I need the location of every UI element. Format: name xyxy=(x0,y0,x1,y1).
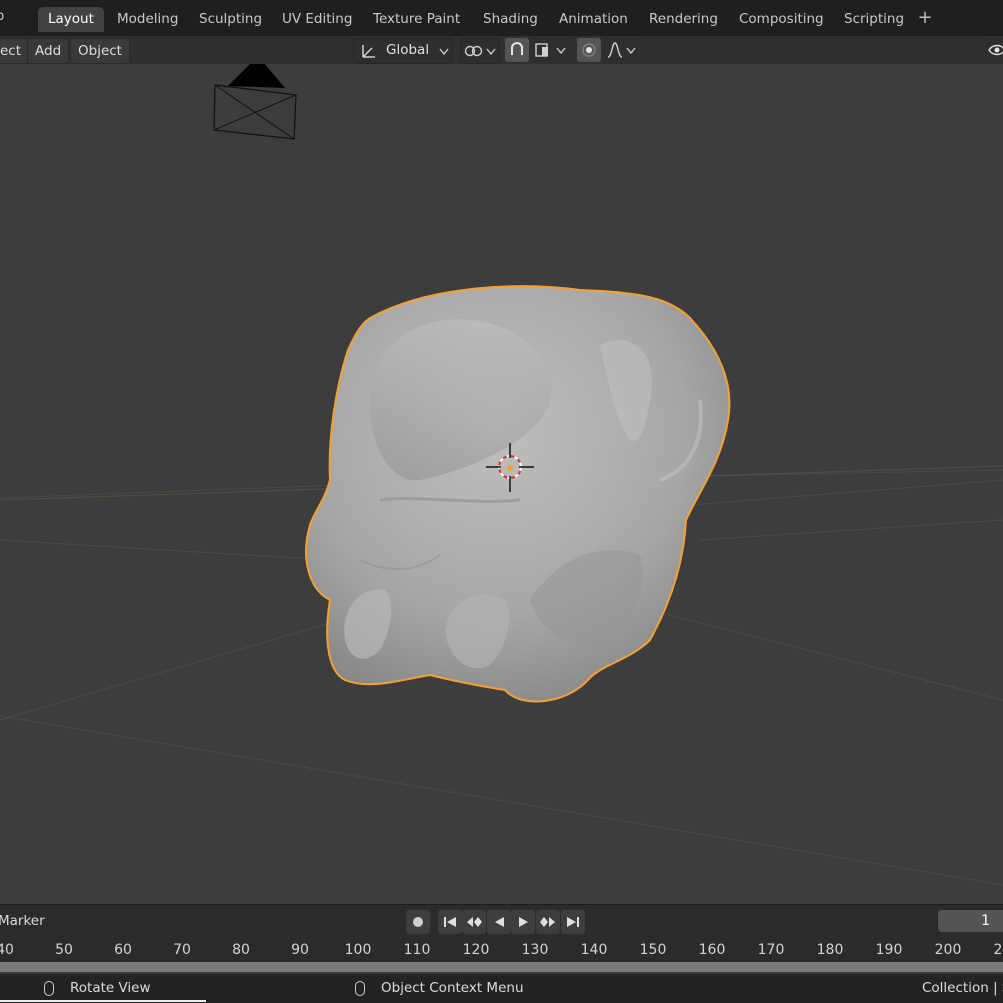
jump-to-keyframe-forward-button[interactable] xyxy=(536,910,560,934)
ruler-tick: 200 xyxy=(934,942,962,958)
keyframe-forward-icon xyxy=(540,917,555,927)
play-icon xyxy=(519,917,528,927)
play-reverse-icon xyxy=(495,917,504,927)
pivot-point-dropdown[interactable] xyxy=(460,38,500,64)
ruler-tick: 100 xyxy=(344,942,372,958)
frame-ruler[interactable]: 40 50 60 70 80 90 100 110 120 130 140 15… xyxy=(0,938,1003,964)
viewport-scene xyxy=(0,64,1003,886)
ruler-tick: 120 xyxy=(462,942,490,958)
sculpted-mesh-object[interactable] xyxy=(305,285,731,703)
proportional-circle-icon xyxy=(582,43,596,57)
ruler-tick: 70 xyxy=(173,942,191,958)
mouse-left-icon xyxy=(44,981,54,996)
status-underline xyxy=(0,1000,206,1002)
proportional-editing-toggle[interactable] xyxy=(577,38,601,62)
falloff-curve-icon xyxy=(607,42,623,58)
tab-texture-paint[interactable]: Texture Paint xyxy=(363,7,470,32)
tab-sculpting[interactable]: Sculpting xyxy=(189,7,272,32)
tab-animation[interactable]: Animation xyxy=(549,7,638,32)
tab-rendering[interactable]: Rendering xyxy=(639,7,728,32)
add-menu[interactable]: Add xyxy=(27,38,70,64)
proportional-falloff-dropdown[interactable] xyxy=(603,38,639,62)
ruler-tick: 190 xyxy=(875,942,903,958)
mouse-right-icon xyxy=(355,981,365,996)
jump-to-start-button[interactable] xyxy=(438,910,462,934)
play-reverse-button[interactable] xyxy=(487,910,511,934)
magnet-icon xyxy=(511,42,523,55)
ruler-tick: 110 xyxy=(403,942,431,958)
marker-menu[interactable]: Marker xyxy=(0,913,45,929)
status-left-action: Rotate View xyxy=(70,980,151,996)
jump-start-icon xyxy=(444,917,456,927)
auto-keying-button[interactable] xyxy=(406,910,430,934)
chevron-down-icon xyxy=(556,47,566,55)
ruler-tick: 140 xyxy=(580,942,608,958)
ruler-tick: 40 xyxy=(0,942,14,958)
chevron-down-icon xyxy=(626,47,636,55)
workspace-bar: p Layout Modeling Sculpting UV Editing T… xyxy=(0,0,1003,36)
ruler-tick: 60 xyxy=(114,942,132,958)
timeline-header: Marker 1 xyxy=(0,904,1003,939)
object-menu[interactable]: Object xyxy=(70,38,130,64)
viewport-header: ect Add Object Global xyxy=(0,36,1003,64)
status-bar: Rotate View Object Context Menu Collecti… xyxy=(0,974,1003,1003)
ruler-tick: 180 xyxy=(816,942,844,958)
tab-scripting[interactable]: Scripting xyxy=(834,7,914,32)
tab-compositing[interactable]: Compositing xyxy=(729,7,834,32)
snap-increment-icon xyxy=(535,43,548,57)
ruler-tick: 160 xyxy=(698,942,726,958)
select-menu[interactable]: ect xyxy=(0,38,30,64)
record-icon xyxy=(413,917,423,927)
pivot-link-icon xyxy=(464,45,483,57)
ruler-tick: 90 xyxy=(291,942,309,958)
camera-object[interactable] xyxy=(213,64,297,140)
3d-viewport[interactable] xyxy=(0,64,1003,904)
tab-shading[interactable]: Shading xyxy=(473,7,548,32)
status-scene-info: Collection | S xyxy=(922,980,1003,996)
orientation-label: Global xyxy=(386,42,430,58)
jump-to-keyframe-back-button[interactable] xyxy=(462,910,486,934)
status-middle-action: Object Context Menu xyxy=(381,980,524,996)
ruler-tick: 170 xyxy=(757,942,785,958)
transform-orientation-dropdown[interactable]: Global xyxy=(353,38,453,64)
snap-element-dropdown[interactable] xyxy=(531,38,569,62)
ruler-tick: 130 xyxy=(521,942,549,958)
play-button[interactable] xyxy=(511,910,535,934)
visibility-dropdown[interactable] xyxy=(985,38,1003,62)
tab-modeling[interactable]: Modeling xyxy=(107,7,188,32)
keyframe-back-icon xyxy=(467,917,482,927)
ruler-tick: 50 xyxy=(55,942,73,958)
ruler-tick: 2 xyxy=(993,942,1003,958)
chevron-down-icon xyxy=(486,48,496,56)
help-menu-partial[interactable]: p xyxy=(0,9,4,24)
jump-to-end-button[interactable] xyxy=(561,910,585,934)
add-workspace-button[interactable]: + xyxy=(913,7,937,31)
chevron-down-icon xyxy=(439,48,449,56)
tab-layout[interactable]: Layout xyxy=(38,7,104,32)
ruler-tick: 80 xyxy=(232,942,250,958)
eye-icon xyxy=(988,44,1003,56)
snap-toggle[interactable] xyxy=(505,38,529,62)
ruler-tick: 150 xyxy=(639,942,667,958)
current-frame-field[interactable]: 1 xyxy=(938,910,1003,932)
timeline-scrollbar[interactable] xyxy=(0,962,1003,972)
jump-end-icon xyxy=(567,917,579,927)
tab-uv-editing[interactable]: UV Editing xyxy=(272,7,362,32)
orientation-axes-icon xyxy=(362,45,375,58)
